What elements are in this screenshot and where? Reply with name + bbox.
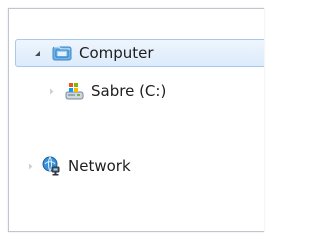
tree-item-sabre-drive[interactable]: Sabre (C:) xyxy=(45,77,166,105)
tree-item-sabre-drive-label: Sabre (C:) xyxy=(91,81,167,100)
tree-item-network[interactable]: Network xyxy=(24,152,131,180)
collapsed-arrow-icon[interactable] xyxy=(24,160,36,172)
tree-item-computer[interactable]: Computer xyxy=(15,39,264,67)
collapsed-arrow-icon[interactable] xyxy=(45,85,57,97)
windows-drive-icon xyxy=(63,80,85,102)
expanded-arrow-icon[interactable] xyxy=(31,47,43,59)
computer-folder-icon xyxy=(51,42,73,64)
tree-item-network-label: Network xyxy=(68,156,131,175)
tree-item-computer-label: Computer xyxy=(79,43,154,62)
network-globe-icon xyxy=(40,155,62,177)
folder-tree: Computer Sabre (C:) Network xyxy=(9,9,264,231)
navigation-tree-pane: Computer Sabre (C:) Network xyxy=(8,8,264,232)
